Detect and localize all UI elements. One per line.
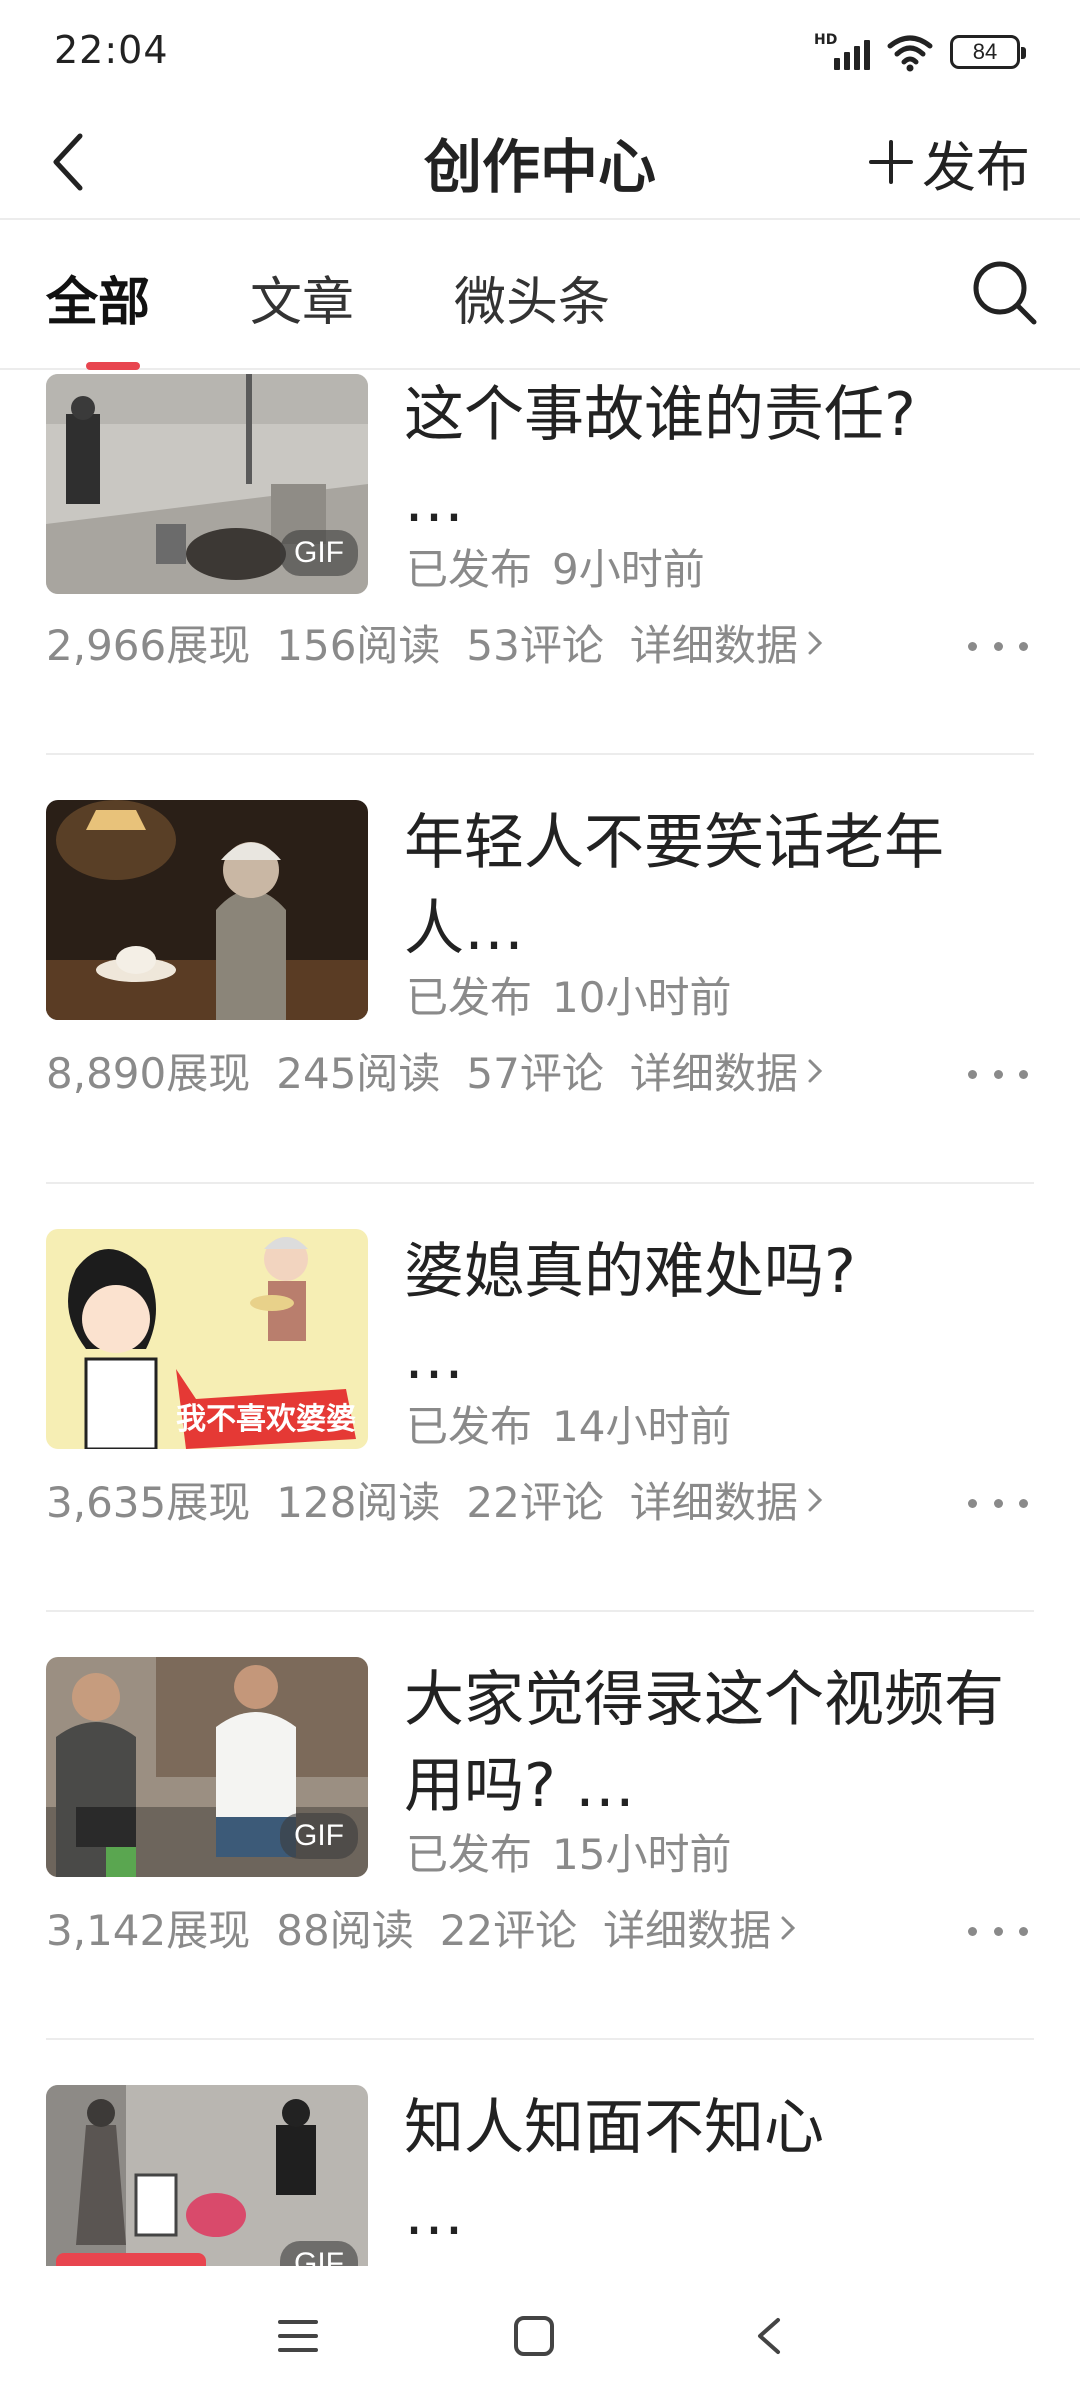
post-title[interactable]: 年轻人不要笑话老年人…	[404, 800, 1024, 972]
post-time: 15小时前	[552, 1830, 732, 1879]
active-tab-indicator	[86, 362, 140, 370]
system-navigation-bar	[0, 2266, 1080, 2400]
post-status-line: 已发布 14小时前	[406, 1393, 731, 1454]
comments-count: 53评论	[466, 621, 604, 670]
more-options-button[interactable]	[968, 1054, 1028, 1094]
status-bar: 22:04 HD 84	[0, 0, 1080, 100]
status-time: 22:04	[54, 28, 169, 72]
post-status-line: 已发布 10小时前	[406, 964, 731, 1025]
post-status-line: 已发布 15小时前	[406, 1821, 731, 1882]
detail-data-link[interactable]: 详细数据	[603, 1897, 799, 1958]
post-time: 14小时前	[552, 1402, 732, 1451]
comments-count: 57评论	[466, 1049, 604, 1098]
post-title[interactable]: 知人知面不知心 …	[404, 2085, 1024, 2257]
post-status: 已发布	[406, 545, 533, 594]
more-options-button[interactable]	[968, 1911, 1028, 1951]
reads-count: 88阅读	[276, 1906, 414, 1955]
search-icon	[973, 261, 1037, 325]
header-bar: 创作中心 发布	[0, 100, 1080, 220]
reads-count: 128阅读	[276, 1478, 441, 1527]
post-thumbnail[interactable]: GIF	[46, 2085, 368, 2266]
post-time: 10小时前	[552, 973, 732, 1022]
post-thumbnail[interactable]: GIF	[46, 1657, 368, 1877]
chevron-right-icon	[781, 1916, 796, 1939]
divider	[46, 2038, 1034, 2040]
chevron-right-icon	[808, 631, 823, 654]
list-item[interactable]: 年轻人不要笑话老年人… 已发布 10小时前 8,890展现 245阅读 57评论 …	[0, 800, 1080, 1228]
gif-badge: GIF	[280, 2241, 358, 2266]
post-list[interactable]: GIF 这个事故谁的责任? … 已发布 9小时前 2,966展现 156阅读 53…	[0, 372, 1080, 2266]
status-icons: HD 84	[814, 30, 1026, 74]
comments-count: 22评论	[466, 1478, 604, 1527]
cellular-signal-icon: HD	[814, 32, 870, 72]
home-button[interactable]	[494, 2296, 574, 2376]
post-title[interactable]: 这个事故谁的责任? …	[404, 372, 1024, 544]
wifi-icon	[887, 35, 933, 72]
detail-data-link[interactable]: 详细数据	[630, 612, 826, 673]
post-stats: 3,142展现 88阅读 22评论 详细数据	[46, 1897, 799, 1958]
post-stats: 8,890展现 245阅读 57评论 详细数据	[46, 1040, 826, 1101]
detail-data-label: 详细数据	[629, 1049, 798, 1098]
detail-data-label: 详细数据	[629, 621, 798, 670]
post-status: 已发布	[406, 1402, 533, 1451]
list-item[interactable]: GIF 这个事故谁的责任? … 已发布 9小时前 2,966展现 156阅读 53…	[0, 372, 1080, 670]
post-stats: 2,966展现 156阅读 53评论 详细数据	[46, 612, 826, 673]
post-status: 已发布	[406, 973, 533, 1022]
reads-count: 156阅读	[276, 621, 441, 670]
plus-icon	[869, 140, 913, 184]
post-status-line: 已发布 9小时前	[406, 536, 705, 597]
detail-data-label: 详细数据	[603, 1906, 772, 1955]
divider	[46, 1610, 1034, 1612]
reads-count: 245阅读	[276, 1049, 441, 1098]
post-title[interactable]: 大家觉得录这个视频有用吗? …	[404, 1657, 1024, 1829]
back-triangle-icon	[758, 2318, 780, 2354]
battery-level: 84	[972, 39, 998, 64]
more-options-button[interactable]	[968, 626, 1028, 666]
chevron-right-icon	[808, 1488, 823, 1511]
divider	[46, 1182, 1034, 1184]
list-item[interactable]: GIF 大家觉得录这个视频有用吗? … 已发布 15小时前 3,142展现 88阅…	[0, 1657, 1080, 2085]
divider	[46, 753, 1034, 755]
list-item[interactable]: GIF 知人知面不知心 …	[0, 2085, 1080, 2266]
comments-count: 22评论	[439, 1906, 578, 1955]
chevron-right-icon	[808, 1059, 823, 1082]
impressions-count: 3,142展现	[46, 1906, 251, 1955]
post-thumbnail[interactable]: 我不喜欢婆婆	[46, 1229, 368, 1449]
street-corner-image	[46, 2085, 368, 2266]
tab-bar: 全部 文章 微头条	[0, 222, 1080, 370]
publish-button[interactable]: 发布	[866, 122, 1030, 202]
more-options-button[interactable]	[968, 1483, 1028, 1523]
search-button[interactable]	[964, 252, 1044, 332]
list-item[interactable]: 我不喜欢婆婆 婆媳真的难处吗? … 已发布 14小时前 3,635展现 128阅读…	[0, 1229, 1080, 1657]
post-stats: 3,635展现 128阅读 22评论 详细数据	[46, 1469, 826, 1530]
post-title[interactable]: 婆媳真的难处吗? …	[404, 1229, 1024, 1401]
cartoon-illustration-image: 我不喜欢婆婆	[46, 1229, 368, 1449]
publish-label: 发布	[922, 135, 1030, 199]
detail-data-link[interactable]: 详细数据	[630, 1469, 826, 1530]
gif-badge: GIF	[280, 1813, 358, 1859]
system-back-button[interactable]	[730, 2296, 810, 2376]
elderly-woman-image	[46, 800, 368, 1020]
tab-articles[interactable]: 文章	[250, 260, 354, 335]
thumbnail-caption: 我不喜欢婆婆	[176, 1402, 356, 1437]
tab-all[interactable]: 全部	[46, 260, 150, 335]
square-icon	[514, 2316, 554, 2356]
impressions-count: 8,890展现	[46, 1049, 251, 1098]
tab-micro-posts[interactable]: 微头条	[454, 260, 610, 335]
impressions-count: 2,966展现	[46, 621, 251, 670]
post-thumbnail[interactable]	[46, 800, 368, 1020]
detail-data-label: 详细数据	[629, 1478, 798, 1527]
detail-data-link[interactable]: 详细数据	[630, 1040, 826, 1101]
post-time: 9小时前	[552, 545, 705, 594]
gif-badge: GIF	[280, 530, 358, 576]
impressions-count: 3,635展现	[46, 1478, 251, 1527]
post-status: 已发布	[406, 1830, 533, 1879]
battery-icon: 84	[950, 35, 1026, 69]
post-thumbnail[interactable]: GIF	[46, 374, 368, 594]
menu-icon	[278, 2320, 318, 2352]
recent-apps-button[interactable]	[258, 2296, 338, 2376]
